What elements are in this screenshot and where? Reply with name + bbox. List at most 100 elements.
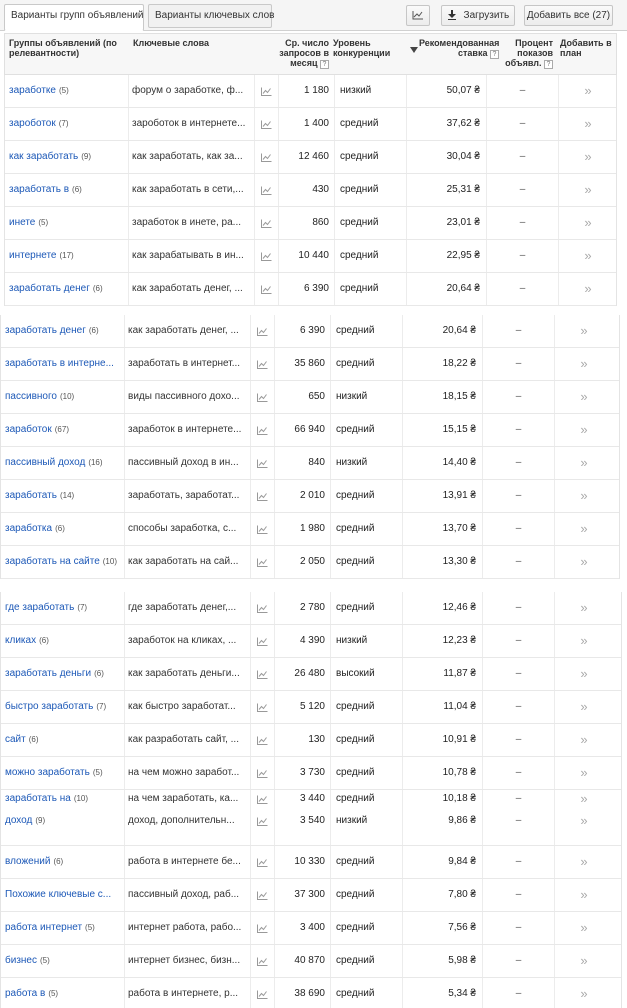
trend-cell[interactable] (251, 447, 275, 479)
add-to-plan-button[interactable]: » (584, 83, 591, 98)
help-icon[interactable]: ? (544, 60, 553, 69)
ad-group-link[interactable]: заработать в (9, 184, 69, 195)
add-to-plan-cell[interactable]: » (555, 513, 613, 545)
header-competition[interactable]: Уровень конкуренции (333, 38, 403, 58)
trend-cell[interactable] (251, 381, 275, 413)
trend-cell[interactable] (255, 75, 279, 107)
ad-group-link[interactable]: Похожие ключевые с... (5, 889, 111, 900)
add-to-plan-button[interactable]: » (580, 791, 587, 806)
ad-group-link[interactable]: заработать на (5, 793, 71, 804)
ad-group-link[interactable]: заработать (5, 490, 57, 501)
add-to-plan-cell[interactable]: » (555, 592, 613, 624)
ad-group-cell[interactable]: заработать на сайте (10) (1, 546, 125, 578)
add-to-plan-button[interactable]: » (580, 854, 587, 869)
add-to-plan-button[interactable]: » (580, 633, 587, 648)
add-to-plan-cell[interactable]: » (559, 273, 617, 305)
trend-cell[interactable] (251, 546, 275, 578)
header-suggested-bid[interactable]: Рекомендованная ставка ? (419, 38, 499, 59)
add-to-plan-cell[interactable]: » (555, 757, 613, 789)
add-to-plan-button[interactable]: » (584, 215, 591, 230)
ad-group-cell[interactable]: зароботок (7) (5, 108, 129, 140)
ad-group-link[interactable]: где заработать (5, 602, 74, 613)
trend-cell[interactable] (251, 315, 275, 347)
ad-group-cell[interactable]: работа интернет (5) (1, 912, 125, 944)
add-to-plan-button[interactable]: » (584, 116, 591, 131)
add-to-plan-button[interactable]: » (580, 887, 587, 902)
add-to-plan-button[interactable]: » (580, 920, 587, 935)
add-to-plan-button[interactable]: » (580, 521, 587, 536)
ad-group-link[interactable]: зароботок (9, 118, 56, 129)
header-ad-group[interactable]: Группы объявлений (по релевантности) (9, 38, 129, 58)
trend-cell[interactable] (251, 879, 275, 911)
add-to-plan-button[interactable]: » (580, 554, 587, 569)
add-to-plan-cell[interactable]: » (555, 546, 613, 578)
trend-cell[interactable] (251, 592, 275, 624)
add-to-plan-cell[interactable]: » (555, 414, 613, 446)
add-to-plan-button[interactable]: » (580, 765, 587, 780)
trend-cell[interactable] (255, 207, 279, 239)
ad-group-cell[interactable]: заработать в (6) (5, 174, 129, 206)
trend-cell[interactable] (255, 273, 279, 305)
add-to-plan-button[interactable]: » (584, 281, 591, 296)
ad-group-link[interactable]: пассивный доход (5, 457, 85, 468)
trend-cell[interactable] (251, 691, 275, 723)
ad-group-cell[interactable]: заработать на (10) доход (9) (1, 790, 125, 845)
add-to-plan-cell[interactable]: » (555, 978, 613, 1008)
ad-group-cell[interactable]: заработать в интерне... (1, 348, 125, 380)
trend-cell[interactable] (255, 240, 279, 272)
tab-ad-group-ideas[interactable]: Варианты групп объявлений (4, 4, 144, 31)
add-to-plan-button[interactable]: » (580, 600, 587, 615)
ad-group-cell[interactable]: работа в (5) (1, 978, 125, 1008)
ad-group-link[interactable]: заработать денег (5, 325, 86, 336)
ad-group-link[interactable]: работа в (5, 988, 45, 999)
ad-group-cell[interactable]: заработке (5) (5, 75, 129, 107)
ad-group-link[interactable]: заработать в интерне... (5, 358, 114, 369)
add-to-plan-cell[interactable]: » (555, 315, 613, 347)
add-to-plan-button[interactable]: » (580, 732, 587, 747)
add-to-plan-button[interactable]: » (584, 182, 591, 197)
ad-group-cell[interactable]: пассивного (10) (1, 381, 125, 413)
trend-cell[interactable] (251, 757, 275, 789)
trend-cell[interactable] (251, 945, 275, 977)
trend-cell[interactable] (251, 978, 275, 1008)
ad-group-link[interactable]: заработка (5, 523, 52, 534)
ad-group-cell[interactable]: заработка (6) (1, 513, 125, 545)
ad-group-link[interactable]: доход (5, 815, 32, 826)
add-to-plan-cell[interactable]: » (559, 141, 617, 173)
trend-cell[interactable] (251, 480, 275, 512)
add-to-plan-cell[interactable]: » (555, 691, 613, 723)
ad-group-cell[interactable]: заработать (14) (1, 480, 125, 512)
ad-group-link[interactable]: заработок (5, 424, 52, 435)
add-to-plan-button[interactable]: » (580, 813, 587, 828)
add-to-plan-button[interactable]: » (580, 389, 587, 404)
add-to-plan-button[interactable]: » (580, 488, 587, 503)
chart-view-button[interactable] (406, 5, 430, 26)
trend-cell[interactable] (251, 846, 275, 878)
ad-group-cell[interactable]: быстро заработать (7) (1, 691, 125, 723)
trend-cell[interactable] (251, 912, 275, 944)
ad-group-cell[interactable]: кликах (6) (1, 625, 125, 657)
trend-cell[interactable] (251, 414, 275, 446)
add-to-plan-cell[interactable]: » (555, 879, 613, 911)
ad-group-link[interactable]: как заработать (9, 151, 78, 162)
add-to-plan-cell[interactable]: » (555, 846, 613, 878)
add-to-plan-cell[interactable]: »» (555, 790, 613, 845)
ad-group-cell[interactable]: заработать деньги (6) (1, 658, 125, 690)
header-avg-monthly-searches[interactable]: Ср. число запросов в месяц ? (273, 38, 329, 69)
add-to-plan-cell[interactable]: » (555, 912, 613, 944)
add-to-plan-button[interactable]: » (580, 699, 587, 714)
ad-group-link[interactable]: интернете (9, 250, 56, 261)
trend-cell[interactable] (255, 174, 279, 206)
add-to-plan-button[interactable]: » (584, 248, 591, 263)
ad-group-link[interactable]: пассивного (5, 391, 57, 402)
ad-group-link[interactable]: заработать на сайте (5, 556, 100, 567)
ad-group-link[interactable]: быстро заработать (5, 701, 93, 712)
trend-cell[interactable] (251, 724, 275, 756)
ad-group-link[interactable]: заработать денег (9, 283, 90, 294)
add-to-plan-button[interactable]: » (580, 323, 587, 338)
ad-group-cell[interactable]: вложений (6) (1, 846, 125, 878)
add-to-plan-cell[interactable]: » (559, 207, 617, 239)
add-to-plan-cell[interactable]: » (555, 381, 613, 413)
ad-group-cell[interactable]: заработать денег (6) (1, 315, 125, 347)
ad-group-cell[interactable]: заработать денег (6) (5, 273, 129, 305)
